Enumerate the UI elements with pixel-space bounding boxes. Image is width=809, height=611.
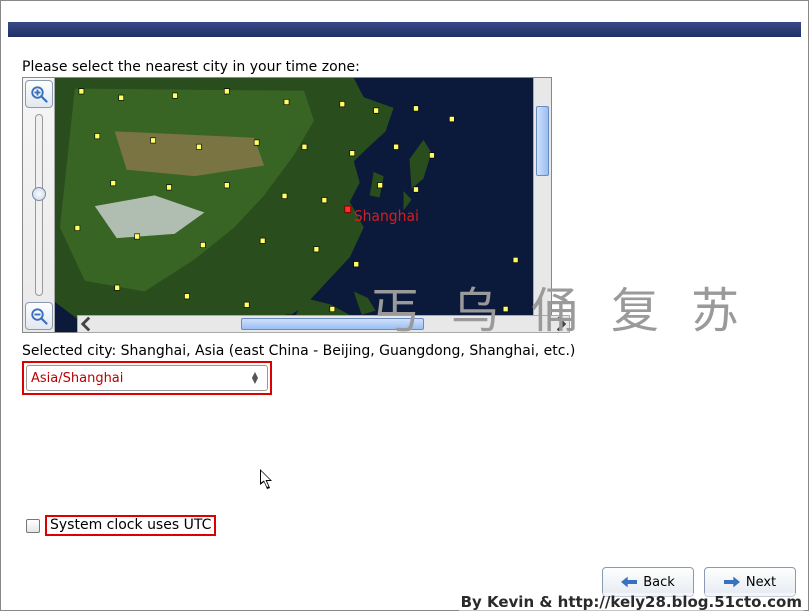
timezone-combo[interactable]: Asia/Shanghai ▲▼ (26, 365, 268, 391)
arrow-left-icon (621, 576, 637, 588)
zoom-in-icon (30, 85, 48, 103)
zoom-slider-thumb[interactable] (32, 187, 46, 201)
zoom-controls (23, 78, 55, 332)
timezone-map: Shanghai (22, 77, 552, 333)
chevron-left-icon (78, 316, 94, 332)
cursor-icon (260, 469, 276, 491)
utc-checkbox[interactable] (26, 519, 40, 533)
credit-text: By Kevin & http://kely28.blog.51cto.com (459, 593, 804, 611)
timezone-combo-value: Asia/Shanghai (31, 371, 123, 386)
scroll-left-button[interactable] (78, 316, 94, 332)
prompt-text: Please select the nearest city in your t… (22, 59, 360, 75)
map-horizontal-scrollbar-thumb[interactable] (241, 318, 425, 330)
chevron-right-icon (553, 316, 569, 332)
selected-city-map-label: Shanghai (354, 209, 419, 226)
map-canvas[interactable]: Shanghai (55, 78, 533, 332)
header-bar (8, 22, 801, 37)
arrow-right-icon (724, 576, 740, 588)
zoom-out-icon (30, 307, 48, 325)
zoom-out-button[interactable] (25, 302, 53, 330)
utc-checkbox-label[interactable]: System clock uses UTC (45, 515, 216, 536)
back-button-label: Back (643, 575, 675, 590)
combo-spinner-icon: ▲▼ (247, 372, 263, 384)
selected-city-prefix: Selected city: (22, 343, 121, 359)
selected-city-value: Shanghai, Asia (east China - Beijing, Gu… (121, 343, 576, 359)
selected-city-text: Selected city: Shanghai, Asia (east Chin… (22, 343, 575, 359)
map-vertical-scrollbar-thumb[interactable] (536, 106, 549, 176)
zoom-slider[interactable] (35, 114, 43, 296)
utc-checkbox-row: System clock uses UTC (22, 513, 220, 538)
scroll-right-button[interactable] (553, 316, 569, 332)
next-button-label: Next (746, 575, 776, 590)
map-horizontal-scrollbar[interactable] (77, 315, 570, 333)
zoom-in-button[interactable] (25, 80, 53, 108)
map-vertical-scrollbar[interactable] (533, 78, 551, 332)
timezone-combo-highlight: Asia/Shanghai ▲▼ (22, 361, 272, 395)
